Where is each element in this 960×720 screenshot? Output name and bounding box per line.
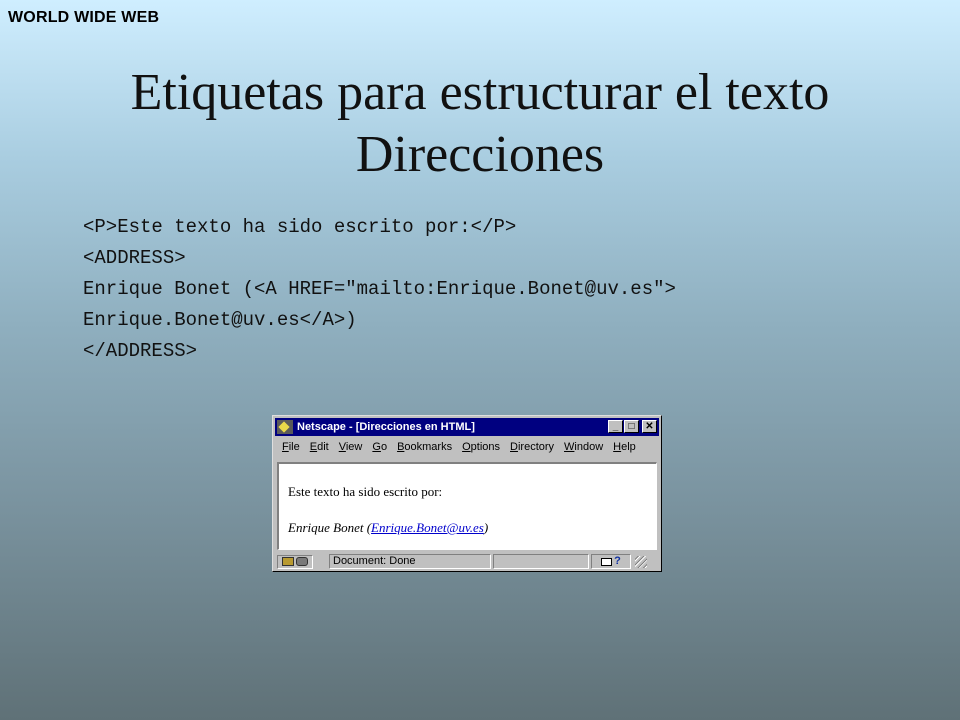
menu-view[interactable]: View xyxy=(334,441,368,453)
status-bar: Document: Done ? xyxy=(277,553,659,570)
slide-title-line2: Direcciones xyxy=(355,126,605,183)
code-example: <P>Este texto ha sido escrito por:</P> <… xyxy=(83,212,676,367)
status-tools: ? xyxy=(591,554,631,569)
menu-bar: File Edit View Go Bookmarks Options Dire… xyxy=(277,438,641,456)
mail-icon[interactable] xyxy=(601,557,613,566)
menu-options[interactable]: Options xyxy=(457,441,505,453)
minimize-button[interactable]: _ xyxy=(608,420,623,433)
rendered-address: Enrique Bonet (Enrique.Bonet@uv.es) xyxy=(288,520,488,536)
menu-bookmarks[interactable]: Bookmarks xyxy=(392,441,457,453)
progress-box xyxy=(493,554,589,569)
page-content: Este texto ha sido escrito por: Enrique … xyxy=(277,462,657,550)
menu-file[interactable]: File xyxy=(277,441,305,453)
rendered-paragraph: Este texto ha sido escrito por: xyxy=(288,484,443,499)
window-title: Netscape - [Direcciones en HTML] xyxy=(297,421,475,433)
code-line: <ADDRESS> xyxy=(83,247,186,269)
lock-icon xyxy=(296,557,308,566)
code-line: Enrique Bonet (<A HREF="mailto:Enrique.B… xyxy=(83,278,676,300)
netscape-window: Netscape - [Direcciones en HTML] _ □ ✕ F… xyxy=(272,415,662,572)
key-icon xyxy=(282,557,294,566)
maximize-button[interactable]: □ xyxy=(624,420,639,433)
slide-title-line1: Etiquetas para estructurar el texto xyxy=(130,64,830,121)
window-controls: _ □ ✕ xyxy=(607,420,657,433)
window-titlebar[interactable]: Netscape - [Direcciones en HTML] _ □ ✕ xyxy=(275,418,659,436)
address-prefix: Enrique Bonet ( xyxy=(288,520,372,535)
code-line: Enrique.Bonet@uv.es</A>) xyxy=(83,309,357,331)
slide-title: Etiquetas para estructurar el texto Dire… xyxy=(0,62,960,186)
netscape-app-icon[interactable] xyxy=(277,420,293,434)
mailto-link[interactable]: Enrique.Bonet@uv.es xyxy=(371,520,484,535)
code-line: <P>Este texto ha sido escrito por:</P> xyxy=(83,216,517,238)
address-suffix: ) xyxy=(483,520,489,535)
menu-window[interactable]: Window xyxy=(559,441,608,453)
status-text: Document: Done xyxy=(329,554,491,569)
menu-help[interactable]: Help xyxy=(608,441,641,453)
resize-grip-icon[interactable] xyxy=(635,555,647,568)
help-icon[interactable]: ? xyxy=(614,556,621,567)
menu-edit[interactable]: Edit xyxy=(305,441,334,453)
security-indicator[interactable] xyxy=(277,554,313,569)
close-button[interactable]: ✕ xyxy=(642,420,657,433)
menu-go[interactable]: Go xyxy=(367,441,392,453)
code-line: </ADDRESS> xyxy=(83,340,198,362)
section-tag: WORLD WIDE WEB xyxy=(8,9,160,26)
menu-directory[interactable]: Directory xyxy=(505,441,559,453)
